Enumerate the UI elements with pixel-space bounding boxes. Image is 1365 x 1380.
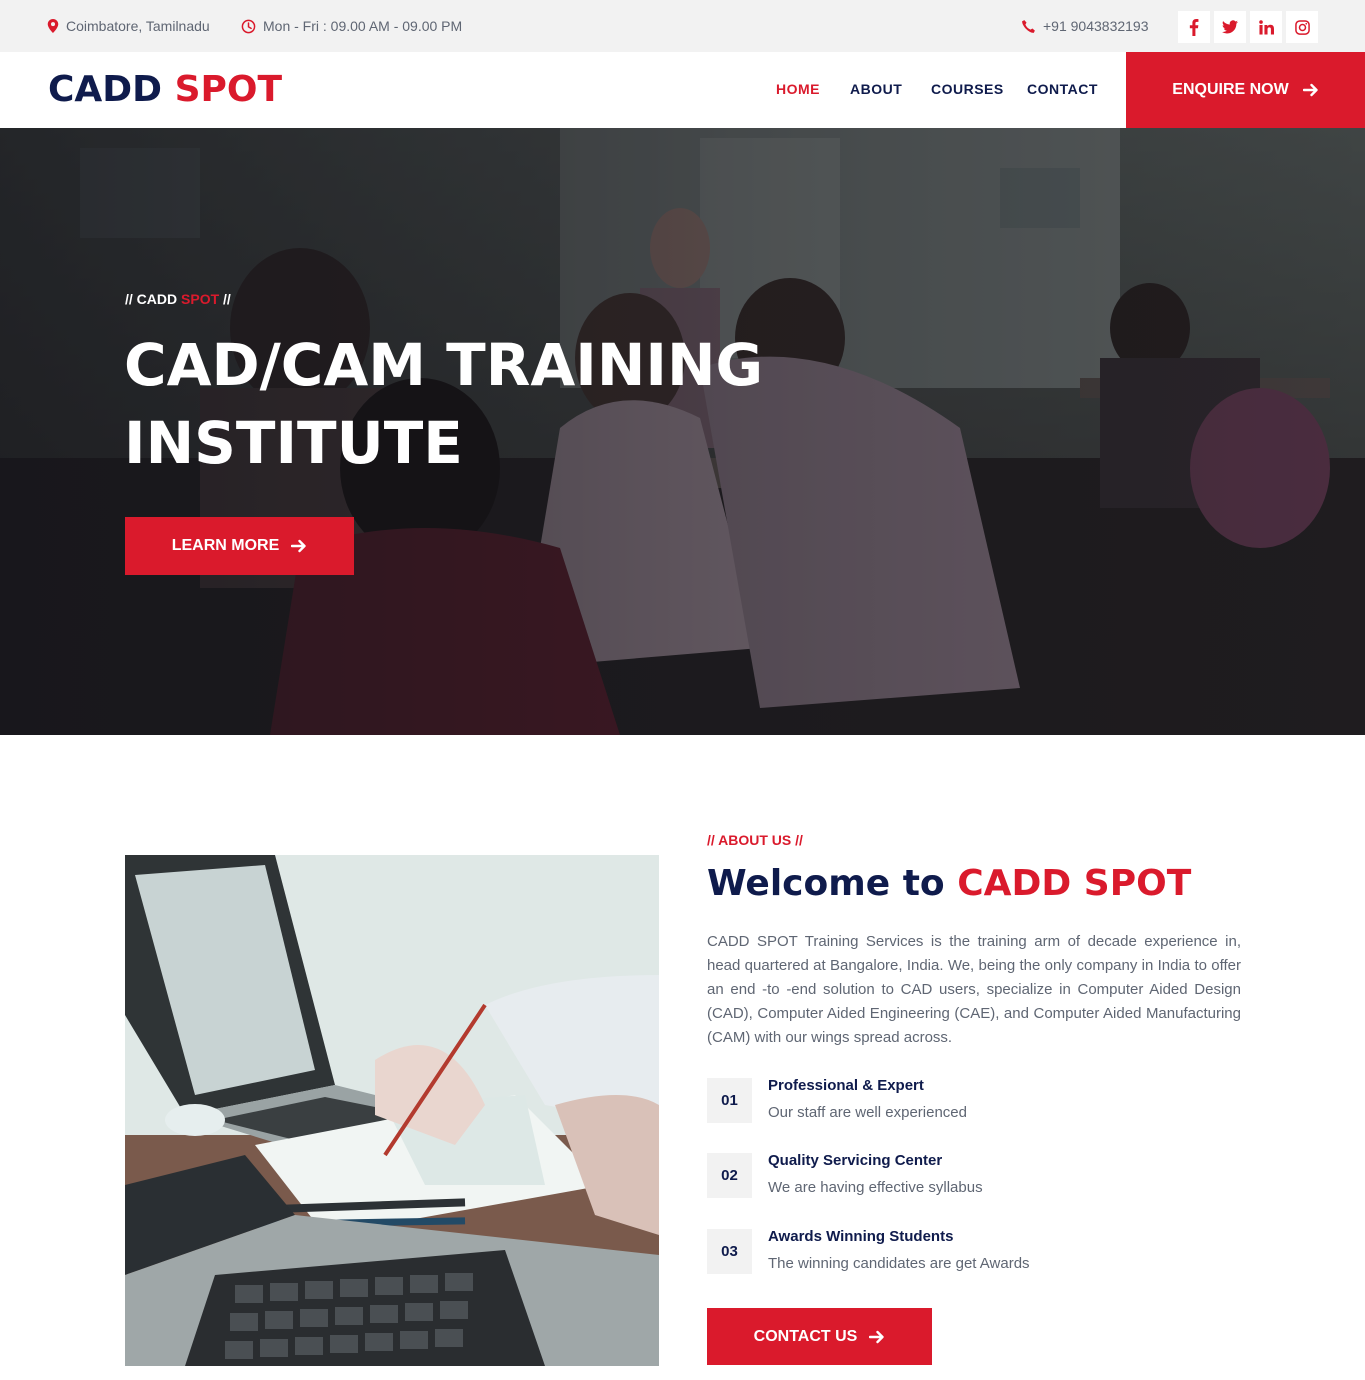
map-pin-icon: [47, 19, 59, 33]
nav-home[interactable]: HOME: [776, 81, 820, 97]
arrow-right-icon: [869, 1330, 885, 1343]
top-info-bar: Coimbatore, Tamilnadu Mon - Fri : 09.00 …: [0, 0, 1365, 52]
nav-courses[interactable]: COURSES: [931, 81, 1004, 97]
learn-more-label: LEARN MORE: [171, 537, 280, 554]
logo-part-spot: SPOT: [174, 69, 283, 110]
enquire-now-label: ENQUIRE NOW: [1172, 81, 1289, 98]
feature-title: Awards Winning Students: [768, 1228, 954, 1245]
feature-title: Professional & Expert: [768, 1077, 924, 1094]
nav-contact[interactable]: CONTACT: [1027, 81, 1098, 97]
learn-more-button[interactable]: LEARN MORE: [125, 517, 354, 575]
phone-text[interactable]: +91 9043832193: [1043, 18, 1149, 34]
linkedin-icon[interactable]: [1250, 11, 1282, 43]
hero-title: CAD/CAM TRAINING INSTITUTE: [124, 326, 764, 482]
phone-info[interactable]: +91 9043832193: [1021, 0, 1149, 52]
feature-description: The winning candidates are get Awards: [768, 1255, 1030, 1272]
about-kicker: // ABOUT US //: [707, 832, 803, 848]
about-title: Welcome to CADD SPOT: [707, 860, 1191, 908]
feature-item: 02 Quality Servicing Center We are havin…: [707, 1152, 1247, 1203]
arrow-right-icon: [291, 539, 306, 553]
hours-info: Mon - Fri : 09.00 AM - 09.00 PM: [241, 0, 462, 52]
feature-number: 03: [707, 1229, 752, 1274]
logo-part-cadd: CADD: [48, 69, 163, 110]
hero-section: // CADD SPOT // CAD/CAM TRAINING INSTITU…: [0, 128, 1365, 735]
hero-kicker: // CADD SPOT //: [125, 291, 231, 307]
instagram-icon[interactable]: [1286, 11, 1318, 43]
location-info: Coimbatore, Tamilnadu: [47, 0, 210, 52]
location-text: Coimbatore, Tamilnadu: [66, 18, 210, 34]
nav-about[interactable]: ABOUT: [850, 81, 902, 97]
feature-description: We are having effective syllabus: [768, 1179, 983, 1196]
feature-title: Quality Servicing Center: [768, 1152, 943, 1169]
clock-icon: [241, 19, 256, 33]
contact-us-button[interactable]: CONTACT US: [707, 1308, 932, 1365]
feature-number: 01: [707, 1078, 752, 1123]
facebook-icon[interactable]: [1178, 11, 1210, 43]
hero-title-line-2: INSTITUTE: [124, 409, 463, 477]
feature-item: 01 Professional & Expert Our staff are w…: [707, 1077, 1247, 1128]
phone-icon: [1022, 19, 1035, 33]
social-links: [1178, 11, 1318, 43]
laptop-desk-illustration: [125, 855, 659, 1366]
about-title-part-1: Welcome to: [707, 863, 945, 904]
about-title-part-2: CADD SPOT: [957, 863, 1192, 904]
feature-item: 03 Awards Winning Students The winning c…: [707, 1228, 1247, 1279]
hero-kicker-prefix: // CADD: [125, 291, 178, 307]
site-logo[interactable]: CADD SPOT: [48, 67, 282, 113]
feature-description: Our staff are well experienced: [768, 1104, 967, 1121]
hero-kicker-suffix: //: [223, 291, 231, 307]
main-navbar: CADD SPOT HOME ABOUT COURSES CONTACT ENQ…: [0, 52, 1365, 128]
hero-kicker-highlight: SPOT: [181, 291, 220, 307]
hero-title-line-1: CAD/CAM TRAINING: [124, 331, 764, 399]
about-description: CADD SPOT Training Services is the train…: [707, 933, 1241, 1046]
arrow-right-icon: [1302, 83, 1318, 97]
about-photo: [125, 855, 659, 1366]
feature-number: 02: [707, 1153, 752, 1198]
hours-text: Mon - Fri : 09.00 AM - 09.00 PM: [263, 18, 463, 34]
twitter-icon[interactable]: [1214, 11, 1246, 43]
enquire-now-button[interactable]: ENQUIRE NOW: [1126, 52, 1365, 128]
contact-us-label: CONTACT US: [753, 1327, 858, 1345]
